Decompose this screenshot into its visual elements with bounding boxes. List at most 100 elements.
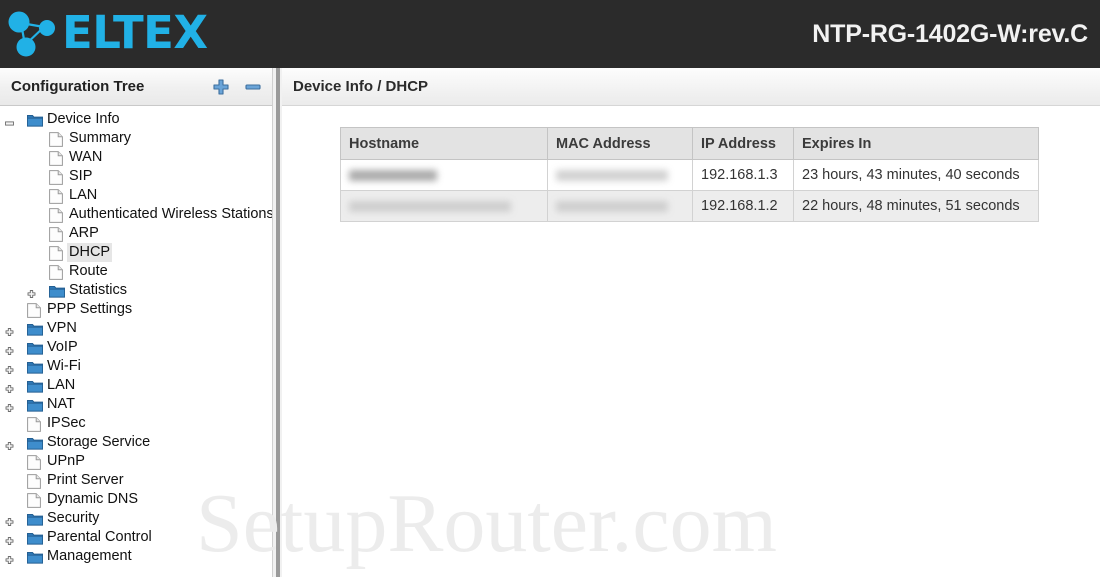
sidebar-item-wi-fi[interactable]: Wi-Fi — [0, 357, 272, 376]
sidebar-scrollbar-thumb[interactable] — [276, 68, 280, 577]
sidebar-item-label: SIP — [69, 168, 93, 184]
breadcrumb-bar: Device Info / DHCP — [282, 68, 1100, 106]
cell-mac-address — [547, 190, 693, 222]
sidebar-item-label: Security — [47, 510, 100, 526]
sidebar-item-ipsec[interactable]: IPSec — [0, 414, 272, 433]
sidebar-item-arp[interactable]: ARP — [0, 224, 272, 243]
expand-icon[interactable] — [5, 381, 14, 393]
main-content: Device Info / DHCP Hostname MAC Address … — [282, 68, 1100, 577]
table-row: 192.168.1.3 23 hours, 43 minutes, 40 seco… — [340, 159, 1039, 191]
configuration-tree-header: Configuration Tree — [0, 68, 272, 106]
redacted-mac-address — [556, 200, 668, 212]
sidebar-item-label: Route — [69, 263, 108, 279]
sidebar-item-label: Wi-Fi — [47, 358, 81, 374]
sidebar-item-dynamic-dns[interactable]: Dynamic DNS — [0, 490, 272, 509]
folder-icon — [27, 341, 43, 355]
expand-icon[interactable] — [5, 533, 14, 545]
sidebar-item-statistics[interactable]: Statistics — [0, 281, 272, 300]
sidebar-item-label: Dynamic DNS — [47, 491, 139, 507]
expand-icon[interactable] — [27, 286, 36, 298]
top-header: ELTEX NTP-RG-1402G-W:rev.C — [0, 0, 1100, 68]
expand-icon[interactable] — [5, 400, 14, 412]
sidebar-item-wan[interactable]: WAN — [0, 148, 272, 167]
sidebar-item-nat[interactable]: NAT — [0, 395, 272, 414]
plus-icon[interactable] — [211, 78, 231, 96]
page-icon — [49, 208, 65, 223]
sidebar-scrollbar[interactable] — [272, 68, 282, 577]
redacted-hostname — [349, 200, 511, 212]
expand-icon[interactable] — [5, 324, 14, 336]
page-icon — [49, 227, 65, 242]
expand-icon[interactable] — [5, 552, 14, 564]
table-header-row: Hostname MAC Address IP Address Expires … — [340, 127, 1039, 160]
sidebar-item-dhcp[interactable]: DHCP — [0, 243, 272, 262]
sidebar-item-management[interactable]: Management — [0, 547, 272, 566]
folder-icon — [27, 531, 43, 545]
column-header-hostname: Hostname — [340, 127, 548, 160]
brand-logo: ELTEX — [8, 8, 208, 60]
folder-icon — [27, 436, 43, 450]
breadcrumb: Device Info / DHCP — [293, 78, 429, 95]
dhcp-lease-table: Hostname MAC Address IP Address Expires … — [340, 127, 1039, 222]
page-icon — [27, 417, 43, 432]
sidebar-item-summary[interactable]: Summary — [0, 129, 272, 148]
dhcp-table-body: 192.168.1.3 23 hours, 43 minutes, 40 seco… — [340, 159, 1039, 222]
minus-icon[interactable] — [243, 78, 263, 96]
folder-icon — [27, 398, 43, 412]
sidebar-item-label: Statistics — [69, 282, 128, 298]
sidebar-item-lan[interactable]: LAN — [0, 376, 272, 395]
sidebar-item-label: UPnP — [47, 453, 85, 469]
cell-ip-address: 192.168.1.2 — [692, 190, 794, 222]
dhcp-table-head: Hostname MAC Address IP Address Expires … — [340, 127, 1039, 160]
brand-name: ELTEX — [62, 6, 208, 59]
folder-icon — [27, 512, 43, 526]
sidebar-item-label: VoIP — [47, 339, 78, 355]
expand-icon[interactable] — [5, 514, 14, 526]
sidebar-item-label: DHCP — [67, 243, 113, 262]
configuration-tree-list[interactable]: Device Info Summary WAN SIP LAN Authenticated… — [0, 106, 272, 577]
folder-icon — [27, 379, 43, 393]
folder-icon — [27, 322, 43, 336]
cell-ip-address: 192.168.1.3 — [692, 159, 794, 191]
sidebar-item-security[interactable]: Security — [0, 509, 272, 528]
column-header-expires-in: Expires In — [793, 127, 1039, 160]
sidebar-item-sip[interactable]: SIP — [0, 167, 272, 186]
sidebar-item-lan[interactable]: LAN — [0, 186, 272, 205]
eltex-molecule-icon — [8, 11, 55, 57]
folder-icon — [27, 113, 43, 127]
page-icon — [49, 151, 65, 166]
sidebar-item-storage-service[interactable]: Storage Service — [0, 433, 272, 452]
sidebar-item-label: PPP Settings — [47, 301, 133, 317]
sidebar-item-label: Parental Control — [47, 529, 152, 545]
sidebar-item-authenticated-wireless-stations[interactable]: Authenticated Wireless Stations — [0, 205, 272, 224]
folder-icon — [49, 284, 65, 298]
sidebar-item-label: Print Server — [47, 472, 124, 488]
sidebar-item-ppp-settings[interactable]: PPP Settings — [0, 300, 272, 319]
page-icon — [49, 246, 65, 261]
page-icon — [49, 189, 65, 204]
page-icon — [27, 493, 43, 508]
sidebar-item-voip[interactable]: VoIP — [0, 338, 272, 357]
collapse-icon[interactable] — [5, 115, 14, 126]
table-row: 192.168.1.2 22 hours, 48 minutes, 51 seco… — [340, 190, 1039, 222]
sidebar-item-device-info[interactable]: Device Info — [0, 110, 272, 129]
sidebar-item-vpn[interactable]: VPN — [0, 319, 272, 338]
cell-mac-address — [547, 159, 693, 191]
sidebar-item-label: Device Info — [47, 111, 120, 127]
cell-hostname — [340, 190, 548, 222]
sidebar-item-label: WAN — [69, 149, 103, 165]
sidebar-item-label: VPN — [47, 320, 77, 336]
column-header-mac-address: MAC Address — [547, 127, 693, 160]
configuration-tree-panel: Configuration Tree Device Info Summary WAN… — [0, 68, 272, 577]
expand-icon[interactable] — [5, 343, 14, 355]
device-model-label: NTP-RG-1402G-W:rev.C — [812, 20, 1088, 48]
sidebar-item-parental-control[interactable]: Parental Control — [0, 528, 272, 547]
folder-icon — [27, 550, 43, 564]
sidebar-item-upnp[interactable]: UPnP — [0, 452, 272, 471]
sidebar-item-route[interactable]: Route — [0, 262, 272, 281]
expand-icon[interactable] — [5, 362, 14, 374]
sidebar-item-label: LAN — [69, 187, 98, 203]
sidebar-item-print-server[interactable]: Print Server — [0, 471, 272, 490]
sidebar-item-label: NAT — [47, 396, 75, 412]
expand-icon[interactable] — [5, 438, 14, 450]
